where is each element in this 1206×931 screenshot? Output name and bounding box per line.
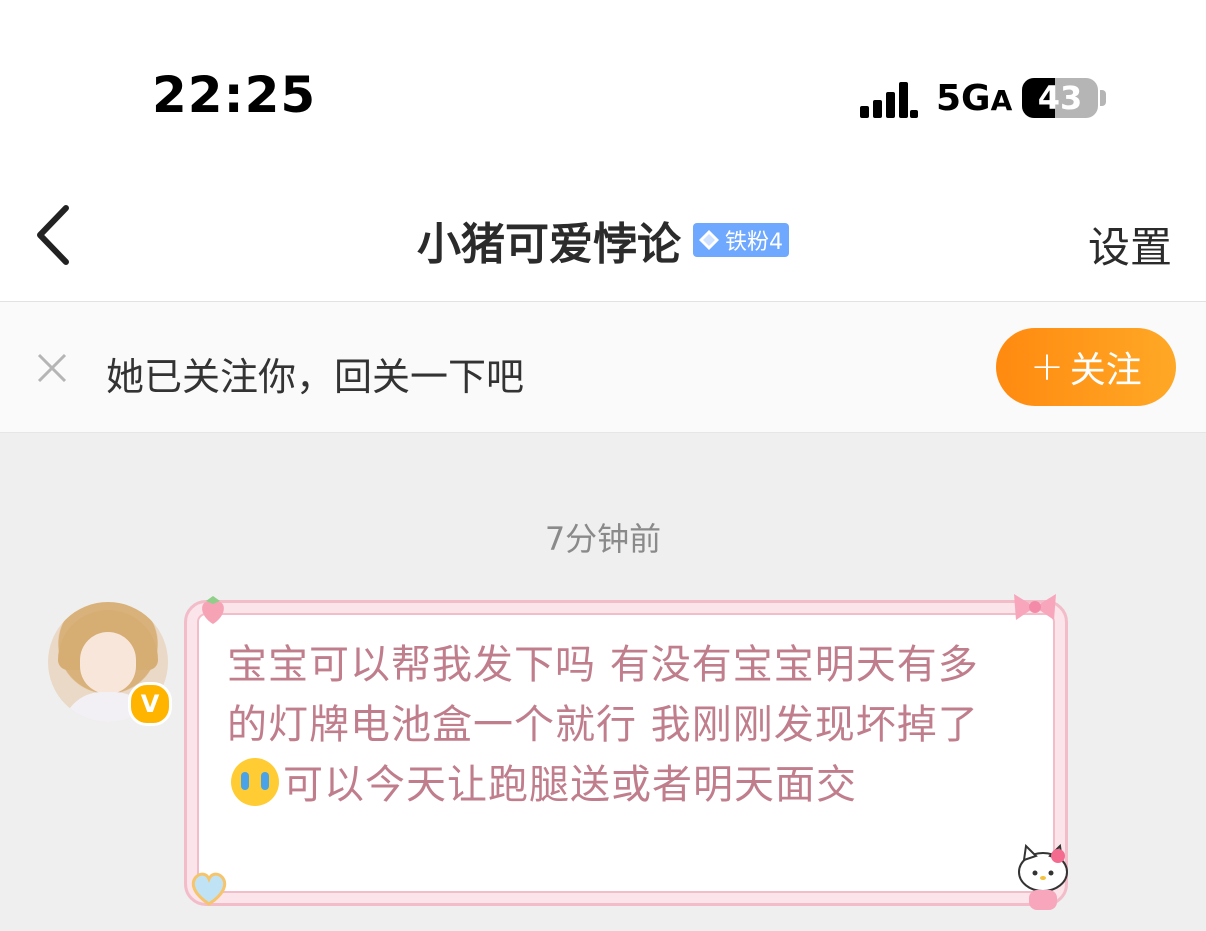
- message-text-part2: 可以今天让跑腿送或者明天面交: [283, 762, 857, 808]
- nav-bar: 小猪可爱悖论 铁粉4 设置: [0, 170, 1206, 302]
- network-type: 5GA: [936, 78, 1012, 119]
- diamond-icon: [699, 230, 719, 250]
- crying-face-emoji-icon: [231, 758, 279, 806]
- heart-gem-icon: [191, 872, 227, 906]
- chat-title[interactable]: 小猪可爱悖论: [417, 208, 681, 272]
- plus-icon: +: [1030, 344, 1064, 390]
- follow-button-label: 关注: [1069, 350, 1142, 391]
- verified-badge-icon: V: [128, 682, 172, 726]
- follow-banner: 她已关注你，回关一下吧 + 关注: [0, 302, 1206, 433]
- close-icon[interactable]: [36, 352, 68, 384]
- strawberry-icon: [202, 596, 224, 624]
- bow-icon: [1014, 594, 1056, 620]
- hello-kitty-icon: [1018, 843, 1068, 910]
- message-text: 宝宝可以帮我发下吗 有没有宝宝明天有多的灯牌电池盒一个就行 我刚刚发现坏掉了可以…: [227, 635, 1017, 815]
- message-timestamp: 7分钟前: [544, 520, 662, 558]
- settings-button[interactable]: 设置: [1088, 214, 1172, 275]
- fan-badge-label: 铁粉4: [725, 230, 783, 255]
- message-bubble[interactable]: 宝宝可以帮我发下吗 有没有宝宝明天有多的灯牌电池盒一个就行 我刚刚发现坏掉了可以…: [184, 600, 1068, 906]
- avatar-face: [80, 632, 136, 694]
- follow-button[interactable]: + 关注: [996, 328, 1176, 406]
- status-time: 22:25: [152, 66, 317, 124]
- network-suffix: A: [990, 84, 1013, 117]
- battery-icon: 43: [1022, 78, 1098, 118]
- status-bar: 22:25 5GA 43: [0, 0, 1206, 170]
- network-label: 5G: [936, 78, 991, 119]
- message-text-part1: 宝宝可以帮我发下吗 有没有宝宝明天有多的灯牌电池盒一个就行 我刚刚发现坏掉了: [227, 642, 979, 748]
- title-group: 小猪可爱悖论 铁粉4: [0, 208, 1206, 272]
- signal-strength-icon: [860, 82, 918, 118]
- battery-percent: 43: [1037, 79, 1083, 117]
- fan-badge: 铁粉4: [693, 223, 789, 257]
- follow-prompt-text: 她已关注你，回关一下吧: [106, 355, 525, 399]
- battery-cap: [1100, 90, 1106, 106]
